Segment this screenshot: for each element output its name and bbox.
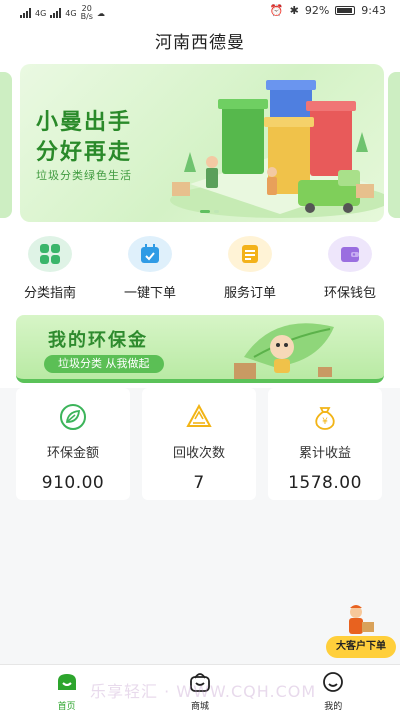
stat-value: 910.00 [41, 473, 105, 493]
banner-carousel[interactable]: 小曼出手 分好再走 垃圾分类绿色生活 [0, 62, 400, 228]
battery-percent: 92% [304, 4, 330, 17]
tab-home[interactable]: 首页 [0, 665, 133, 711]
menu-item-guide[interactable]: 分类指南 [0, 228, 100, 308]
banner-slide[interactable]: 小曼出手 分好再走 垃圾分类绿色生活 [20, 64, 384, 222]
grid-icon [28, 236, 72, 272]
menu-label: 服务订单 [223, 286, 276, 301]
net-speed: 20 B/s [80, 4, 93, 21]
money-bag-icon: ¥ [315, 407, 335, 430]
trash-bins-illustration [170, 80, 384, 218]
promo-title: 我的环保金 [48, 330, 148, 351]
clock: 9:43 [361, 4, 386, 17]
leaf-icon [60, 404, 86, 430]
nfc-icon: ✱ [289, 4, 299, 17]
wallet-icon [328, 236, 372, 272]
stat-label: 累计收益 [298, 446, 351, 461]
stat-value: 1578.00 [288, 473, 362, 493]
page-title: 河南西德曼 [155, 33, 245, 53]
order-icon [228, 236, 272, 272]
app-header: 河南西德曼 [0, 24, 400, 62]
stat-label: 环保金额 [46, 446, 99, 461]
stat-value: 7 [193, 473, 205, 493]
stat-card-recycle-count[interactable]: 回收次数 7 [142, 388, 256, 500]
promo-section: 我的环保金 垃圾分类 从我做起 [0, 308, 400, 388]
profile-icon [323, 672, 344, 692]
banner-subtitle: 垃圾分类绿色生活 [36, 169, 132, 182]
delivery-person-icon [349, 605, 374, 634]
network-type-right: 4G [65, 8, 77, 18]
quick-menu: 分类指南 一键下单 服务订单 环保钱包 [0, 228, 400, 308]
svg-text:¥: ¥ [322, 417, 328, 427]
menu-label: 一键下单 [123, 286, 176, 301]
cloud-icon: ☁ [96, 8, 105, 18]
menu-item-order[interactable]: 一键下单 [100, 228, 200, 308]
tab-profile[interactable]: 我的 [267, 665, 400, 711]
banner-next-peek[interactable] [388, 72, 400, 218]
alarm-icon: ⏰ [269, 4, 284, 17]
carousel-indicator [200, 210, 219, 213]
tab-label: 商城 [190, 702, 209, 711]
menu-item-service-orders[interactable]: 服务订单 [200, 228, 300, 308]
battery-icon [335, 6, 356, 15]
tab-mall[interactable]: 商城 [133, 665, 266, 711]
banner-prev-peek[interactable] [0, 72, 12, 218]
tab-label: 首页 [57, 702, 76, 711]
signal-icon [20, 8, 31, 18]
mall-icon [190, 673, 210, 692]
promo-slogan: 垃圾分类 从我做起 [44, 355, 164, 373]
bottom-tabbar: 首页 商城 我的 [0, 664, 400, 711]
eco-fund-banner[interactable]: 我的环保金 垃圾分类 从我做起 [16, 315, 384, 383]
network-type-left: 4G [35, 8, 47, 18]
signal-icon [50, 8, 62, 18]
float-button-label: 大客户下单 [326, 636, 396, 658]
stats-row: 环保金额 910.00 回收次数 7 ¥ 累计收益 1578.00 [0, 388, 400, 506]
banner-title-line2: 分好再走 [36, 140, 133, 165]
vip-order-float-button[interactable]: 大客户下单 [326, 604, 398, 658]
carousel-dot [214, 210, 219, 213]
tab-label: 我的 [324, 702, 343, 711]
menu-label: 分类指南 [23, 286, 76, 301]
stat-card-eco-amount[interactable]: 环保金额 910.00 [16, 388, 130, 500]
status-right: ⏰ ✱ 92% 9:43 [270, 4, 386, 17]
calendar-icon [128, 236, 172, 272]
stat-card-total-earnings[interactable]: ¥ 累计收益 1578.00 [268, 388, 382, 500]
home-icon [57, 674, 76, 690]
stat-label: 回收次数 [172, 446, 225, 461]
status-left: 4G 4G 20 B/s ☁ [20, 5, 105, 21]
carousel-dot-active [200, 210, 210, 213]
menu-label: 环保钱包 [323, 286, 376, 301]
recycle-icon [186, 403, 212, 427]
menu-item-wallet[interactable]: 环保钱包 [300, 228, 400, 308]
banner-title-line1: 小曼出手 [36, 110, 133, 135]
mascot-illustration [234, 323, 334, 379]
status-bar: 4G 4G 20 B/s ☁ ⏰ ✱ 92% 9:43 [0, 0, 400, 24]
